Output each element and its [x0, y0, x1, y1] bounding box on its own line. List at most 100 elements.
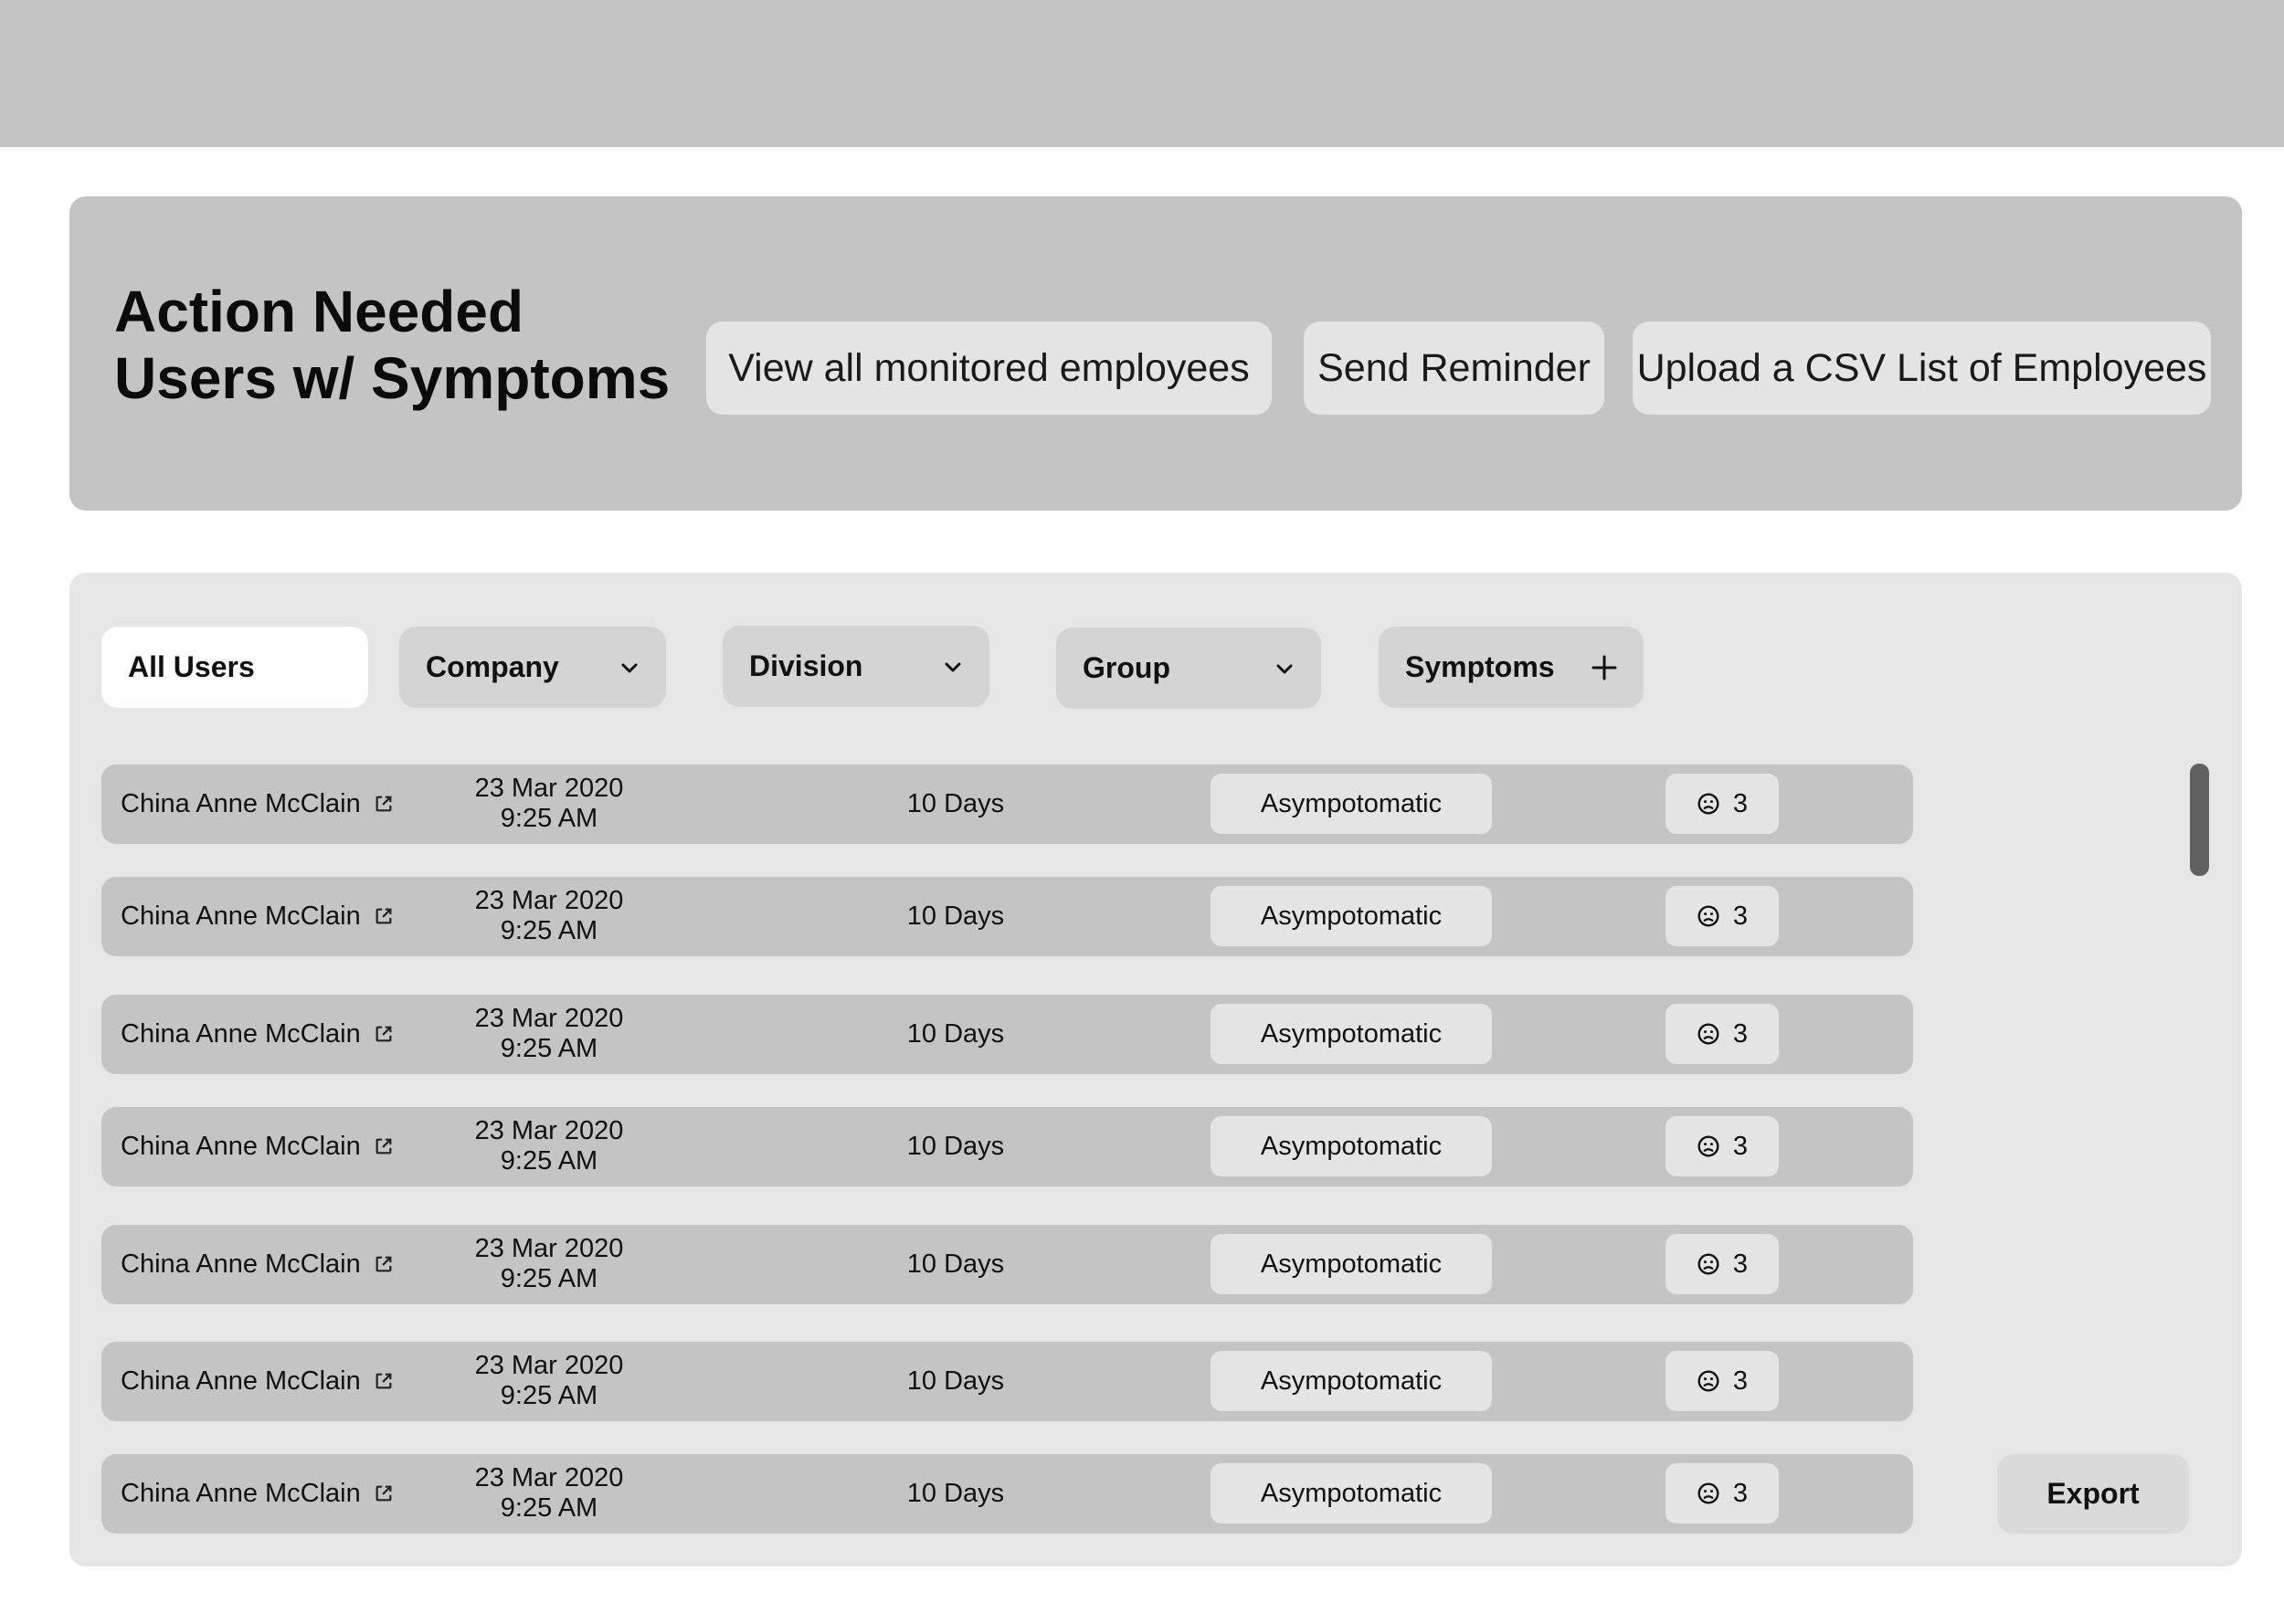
days-count: 10 Days [906, 1132, 1005, 1161]
status-badge: Asympotomatic [1211, 1463, 1492, 1524]
status-label: Asympotomatic [1260, 1131, 1443, 1161]
sad-face-icon [1697, 1253, 1719, 1275]
status-badge: Asympotomatic [1211, 1116, 1492, 1176]
symptom-count-badge[interactable]: 3 [1665, 1004, 1779, 1064]
plus-icon [1591, 655, 1617, 680]
symptom-count: 3 [1732, 1249, 1749, 1279]
page-title-line-2: Users w/ Symptoms [114, 345, 671, 411]
status-label: Asympotomatic [1260, 1018, 1443, 1049]
report-date: 23 Mar 2020 [474, 1116, 624, 1145]
report-date: 23 Mar 2020 [474, 1004, 624, 1033]
external-link-icon[interactable] [374, 906, 394, 926]
symptom-count-badge[interactable]: 3 [1665, 1351, 1779, 1411]
filter-all-users-label: All Users [128, 650, 255, 683]
filter-symptoms-label: Symptoms [1405, 650, 1555, 683]
report-date: 23 Mar 2020 [474, 886, 624, 915]
status-label: Asympotomatic [1260, 1478, 1443, 1508]
sad-face-icon [1697, 905, 1719, 927]
filter-company-label: Company [426, 650, 559, 683]
table-row[interactable]: China Anne McClain 23 Mar 2020 9:25 AM 1… [101, 765, 1913, 844]
upload-csv-button[interactable]: Upload a CSV List of Employees [1633, 322, 2211, 415]
table-row[interactable]: China Anne McClain 23 Mar 2020 9:25 AM 1… [101, 1225, 1913, 1304]
symptom-count: 3 [1732, 1478, 1749, 1508]
report-datetime: 23 Mar 2020 9:25 AM [417, 886, 682, 946]
status-badge: Asympotomatic [1211, 886, 1492, 946]
sad-face-icon [1697, 1023, 1719, 1045]
table-row[interactable]: China Anne McClain 23 Mar 2020 9:25 AM 1… [101, 1454, 1913, 1534]
symptom-count-badge[interactable]: 3 [1665, 1116, 1779, 1176]
report-datetime: 23 Mar 2020 9:25 AM [417, 1351, 682, 1411]
table-row[interactable]: China Anne McClain 23 Mar 2020 9:25 AM 1… [101, 877, 1913, 956]
report-datetime: 23 Mar 2020 9:25 AM [417, 1463, 682, 1524]
symptom-count: 3 [1732, 1131, 1749, 1161]
filter-company-dropdown[interactable]: Company [399, 627, 666, 708]
days-count: 10 Days [906, 789, 1005, 818]
status-label: Asympotomatic [1260, 1366, 1443, 1396]
filter-symptoms-button[interactable]: Symptoms [1379, 627, 1644, 708]
external-link-icon[interactable] [374, 1024, 394, 1044]
report-datetime: 23 Mar 2020 9:25 AM [417, 1004, 682, 1064]
employee-name: China Anne McClain [121, 1250, 361, 1279]
send-reminder-button[interactable]: Send Reminder [1304, 322, 1604, 415]
filter-division-label: Division [749, 649, 863, 682]
report-time: 9:25 AM [500, 804, 598, 833]
days-count: 10 Days [906, 1479, 1005, 1508]
employee-name: China Anne McClain [121, 1366, 361, 1396]
chevron-down-icon [945, 662, 961, 671]
report-datetime: 23 Mar 2020 9:25 AM [417, 1234, 682, 1294]
external-link-icon[interactable] [374, 1136, 394, 1156]
symptom-count-badge[interactable]: 3 [1665, 1463, 1779, 1524]
days-count: 10 Days [906, 1019, 1005, 1049]
external-link-icon[interactable] [374, 794, 394, 814]
report-datetime: 23 Mar 2020 9:25 AM [417, 774, 682, 834]
employee-name: China Anne McClain [121, 1019, 361, 1049]
report-date: 23 Mar 2020 [474, 1234, 624, 1263]
report-datetime: 23 Mar 2020 9:25 AM [417, 1116, 682, 1176]
sad-face-icon [1697, 793, 1719, 815]
top-bar [0, 0, 2284, 147]
report-time: 9:25 AM [500, 1381, 598, 1410]
report-time: 9:25 AM [500, 1146, 598, 1176]
days-count: 10 Days [906, 902, 1005, 931]
status-label: Asympotomatic [1260, 788, 1443, 818]
report-date: 23 Mar 2020 [474, 774, 624, 803]
employee-name: China Anne McClain [121, 1479, 361, 1508]
status-label: Asympotomatic [1260, 1249, 1443, 1279]
symptom-count-badge[interactable]: 3 [1665, 1234, 1779, 1294]
status-badge: Asympotomatic [1211, 1351, 1492, 1411]
symptom-count-badge[interactable]: 3 [1665, 886, 1779, 946]
filter-group-dropdown[interactable]: Group [1056, 627, 1321, 709]
chevron-down-icon [1276, 664, 1293, 673]
sad-face-icon [1697, 1370, 1719, 1392]
employee-name: China Anne McClain [121, 902, 361, 931]
table-row[interactable]: China Anne McClain 23 Mar 2020 9:25 AM 1… [101, 995, 1913, 1074]
table-row[interactable]: China Anne McClain 23 Mar 2020 9:25 AM 1… [101, 1107, 1913, 1186]
export-button[interactable]: Export [1997, 1454, 2189, 1534]
sad-face-icon [1697, 1482, 1719, 1504]
symptom-count: 3 [1732, 901, 1749, 931]
filter-group-label: Group [1083, 651, 1170, 684]
table-row[interactable]: China Anne McClain 23 Mar 2020 9:25 AM 1… [101, 1342, 1913, 1421]
symptom-count: 3 [1732, 788, 1749, 818]
report-time: 9:25 AM [500, 1493, 598, 1523]
external-link-icon[interactable] [374, 1254, 394, 1274]
view-all-monitored-employees-button[interactable]: View all monitored employees [706, 322, 1272, 415]
symptom-count: 3 [1732, 1018, 1749, 1049]
page-title-line-1: Action Needed [114, 279, 524, 344]
user-list-panel: All Users Company Division Group Symptom… [69, 573, 2242, 1566]
days-count: 10 Days [906, 1250, 1005, 1279]
filter-division-dropdown[interactable]: Division [723, 626, 989, 707]
scrollbar-thumb[interactable] [2190, 764, 2209, 876]
filter-all-users[interactable]: All Users [101, 627, 368, 708]
external-link-icon[interactable] [374, 1371, 394, 1391]
symptom-count-badge[interactable]: 3 [1665, 774, 1779, 834]
status-label: Asympotomatic [1260, 901, 1443, 931]
external-link-icon[interactable] [374, 1483, 394, 1503]
page-title: Action Needed Users w/ Symptoms [114, 279, 670, 412]
action-needed-panel: Action Needed Users w/ Symptoms View all… [69, 196, 2242, 511]
report-time: 9:25 AM [500, 1264, 598, 1293]
status-badge: Asympotomatic [1211, 774, 1492, 834]
report-date: 23 Mar 2020 [474, 1463, 624, 1492]
symptom-count: 3 [1732, 1366, 1749, 1396]
sad-face-icon [1697, 1135, 1719, 1157]
